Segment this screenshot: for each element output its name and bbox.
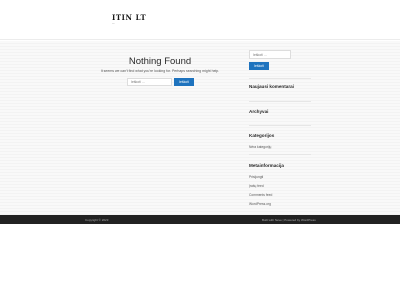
sidebar-search-button[interactable]: Ieškoti bbox=[249, 62, 269, 70]
main-search-input[interactable] bbox=[127, 78, 172, 86]
recent-comments-title: Naujausi komentarai bbox=[249, 84, 294, 89]
widget-divider bbox=[249, 78, 311, 79]
footer-credits[interactable]: Built with Neve | Powered by WordPress bbox=[262, 218, 316, 222]
site-footer: Copyright © 2023 Built with Neve | Power… bbox=[0, 215, 400, 224]
meta-link-login[interactable]: Prisijungti bbox=[249, 175, 263, 179]
main-content: Nothing Found It seems we can't find wha… bbox=[85, 41, 235, 215]
widget-divider bbox=[249, 154, 311, 155]
widget-divider bbox=[249, 125, 311, 126]
main-search-button[interactable]: Ieškoti bbox=[174, 78, 194, 86]
category-item[interactable]: Nėra kategorijų bbox=[249, 145, 271, 149]
sidebar: Ieškoti Naujausi komentarai Archyvai Kat… bbox=[244, 41, 312, 215]
categories-title: Kategorijos bbox=[249, 133, 275, 138]
site-title: ITIN LT bbox=[112, 13, 147, 22]
meta-link-wordpress[interactable]: WordPress.org bbox=[249, 202, 271, 206]
archives-title: Archyvai bbox=[249, 109, 269, 114]
meta-link-entries-feed[interactable]: Įrašų feed bbox=[249, 184, 264, 188]
sidebar-search-input[interactable] bbox=[249, 50, 291, 59]
widget-divider bbox=[249, 101, 311, 102]
site-logo[interactable]: ITIN LT — bbox=[112, 14, 146, 26]
footer-copyright: Copyright © 2023 bbox=[85, 217, 109, 222]
page-title: Nothing Found bbox=[128, 56, 192, 67]
not-found-message: It seems we can't find what you're looki… bbox=[100, 69, 220, 73]
site-header: ITIN LT — bbox=[0, 0, 400, 40]
meta-title: Metainformacija bbox=[249, 163, 284, 168]
site-tagline: — bbox=[112, 22, 115, 25]
meta-link-comments-feed[interactable]: Comments feed bbox=[249, 193, 272, 197]
